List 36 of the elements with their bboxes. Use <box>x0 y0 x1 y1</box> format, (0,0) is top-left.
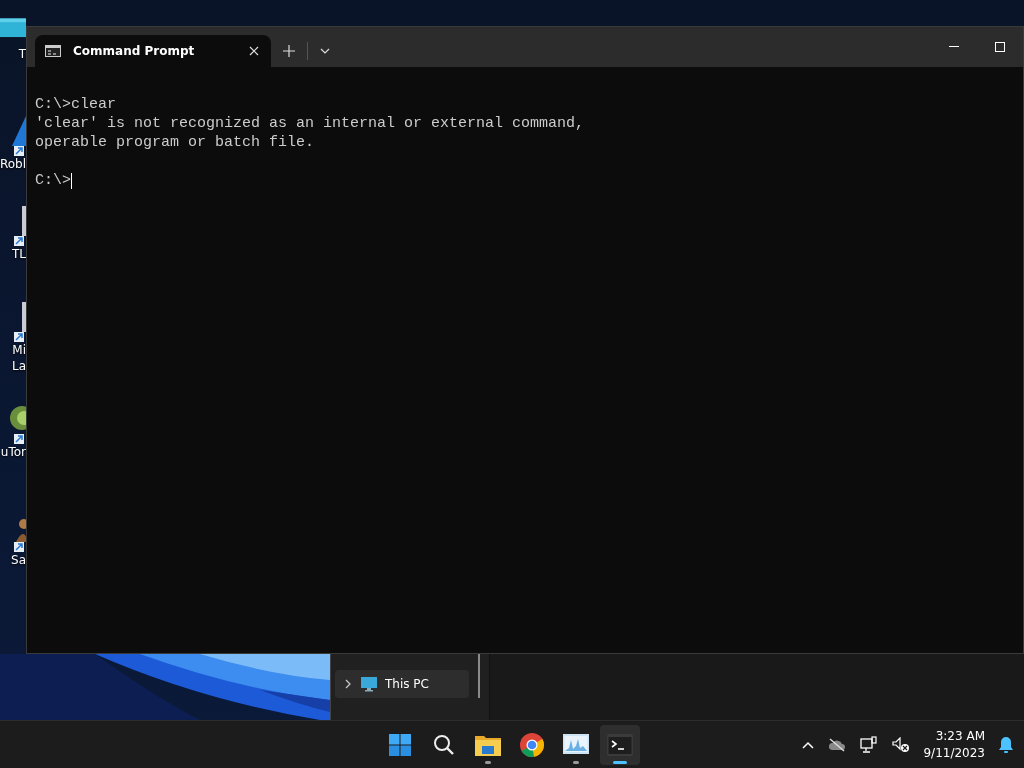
nav-item[interactable]: This PC <box>335 670 469 698</box>
icon-label: uTor <box>0 444 26 460</box>
taskbar-button[interactable] <box>600 724 640 765</box>
folder-icon <box>475 733 501 756</box>
clock-time: 3:23 AM <box>935 727 985 745</box>
caret-up-icon <box>802 740 815 749</box>
icon-label: TL <box>12 246 26 262</box>
browser-icon <box>520 732 544 757</box>
clock-button[interactable]: 3:23 AM 9/11/2023 <box>917 727 991 762</box>
triangle-shortcut-icon <box>12 116 26 156</box>
windows-logo-icon <box>389 733 411 756</box>
chart-window-icon <box>563 733 589 756</box>
icon-label: Robl <box>0 156 26 172</box>
clock-date: 9/11/2023 <box>923 744 985 762</box>
console-line: C:\>clear <box>35 95 117 114</box>
plus-icon <box>283 45 295 57</box>
maximize-icon <box>995 42 1005 52</box>
minimize-icon <box>949 46 959 48</box>
chevron-icon[interactable] <box>343 679 353 689</box>
icon-label: T <box>18 46 26 62</box>
console-line: 'clear' is not recognized as an internal or external command, <box>35 114 586 133</box>
search-icon <box>433 733 455 756</box>
terminal-tab[interactable]: Command Prompt <box>35 35 271 67</box>
command-prompt: C:\> <box>35 171 71 190</box>
document-shortcut-icon <box>14 206 26 246</box>
chevron-down-icon <box>320 48 330 54</box>
document-shortcut-icon <box>14 302 26 342</box>
close-tab-button[interactable] <box>247 46 261 56</box>
terminal-icon <box>607 733 633 756</box>
icon-label: Sa <box>11 552 26 568</box>
text-cursor <box>71 172 72 189</box>
console-icon <box>45 45 61 57</box>
console-line: operable program or batch file. <box>35 133 316 152</box>
monitor-icon <box>361 676 377 692</box>
icon-label: La <box>11 358 26 374</box>
icon-label: Mi <box>12 342 26 358</box>
